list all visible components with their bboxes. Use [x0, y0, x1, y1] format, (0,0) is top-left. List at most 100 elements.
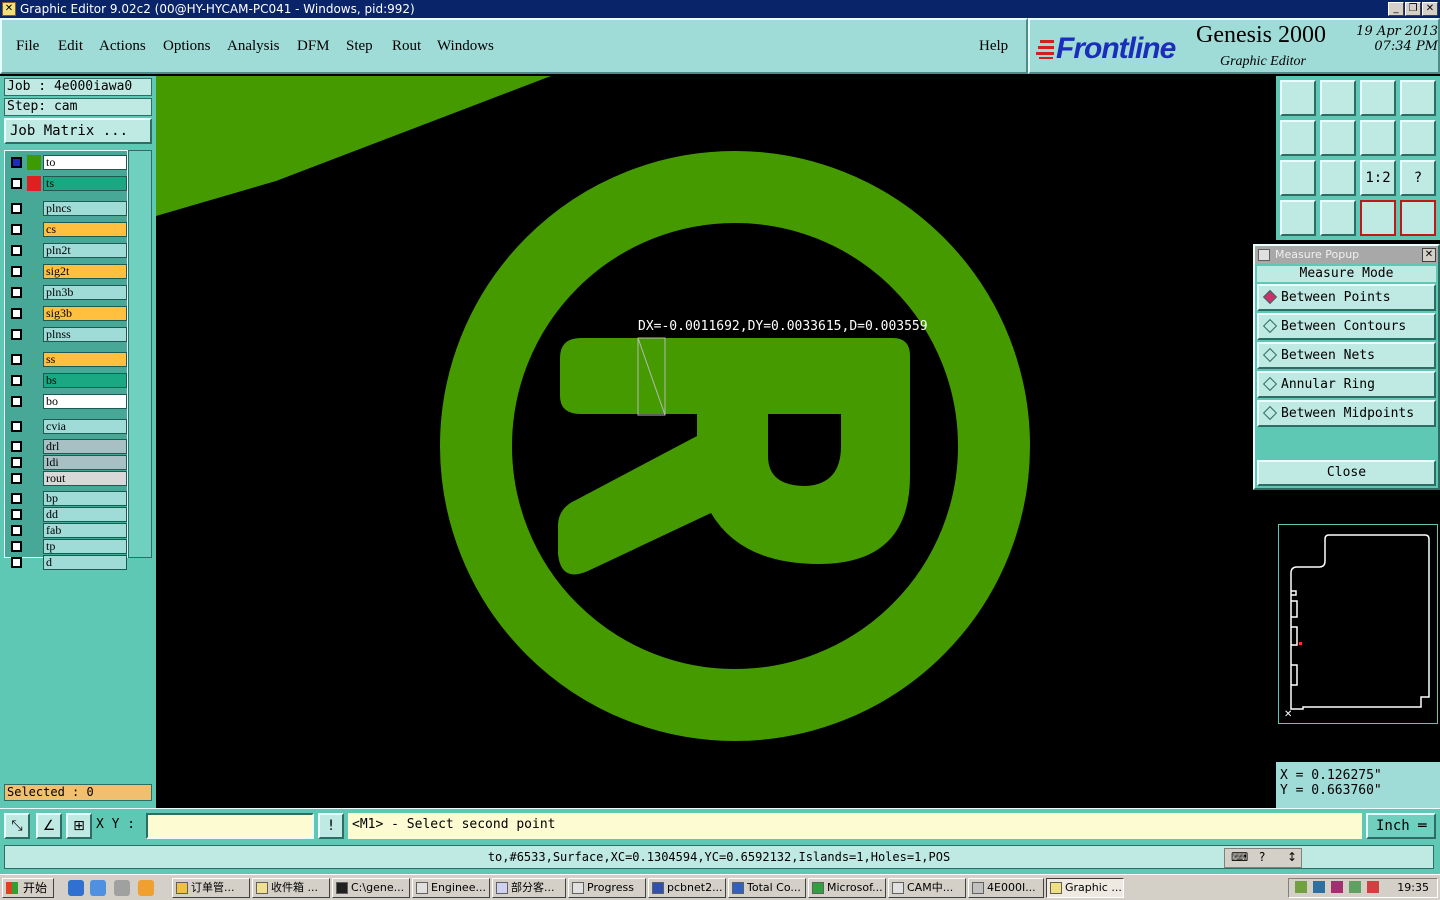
minimize-button[interactable]: _ — [1388, 2, 1404, 16]
start-button[interactable]: 开始 — [2, 878, 54, 898]
input-method-icons[interactable]: ⌨ ? ↕ — [1224, 848, 1302, 868]
outlook-icon[interactable] — [90, 880, 106, 896]
tray-icon-2[interactable] — [1313, 881, 1325, 893]
layer-name[interactable]: dd — [43, 507, 127, 522]
menu-analysis[interactable]: Analysis — [227, 38, 280, 55]
layer-row-sig3b[interactable]: sig3b — [7, 306, 127, 321]
layer-row-cs[interactable]: cs — [7, 222, 127, 237]
xy-input[interactable] — [146, 813, 314, 839]
layer-name[interactable]: fab — [43, 523, 127, 538]
angle-icon[interactable]: ∠ — [36, 813, 62, 839]
layer-name[interactable]: pln3b — [43, 285, 127, 300]
taskbar-task[interactable]: pcbnet2... — [648, 878, 726, 898]
zoom-next-icon[interactable] — [1320, 80, 1356, 116]
taskbar-task[interactable]: CAM中... — [888, 878, 966, 898]
layer-name[interactable]: plncs — [43, 201, 127, 216]
taskbar-task[interactable]: 4E000I... — [968, 878, 1044, 898]
job-matrix-button[interactable]: Job Matrix ... — [4, 118, 152, 144]
layer-checkbox[interactable] — [11, 525, 22, 536]
split-view-icon[interactable] — [1400, 80, 1436, 116]
option-between-contours[interactable]: Between Contours — [1257, 313, 1436, 340]
menu-actions[interactable]: Actions — [99, 38, 146, 55]
layer-row-bp[interactable]: bp — [7, 491, 127, 506]
pan-left-icon[interactable] — [1280, 120, 1316, 156]
layer-row-ts[interactable]: ts — [7, 176, 127, 191]
menu-dfm[interactable]: DFM — [297, 38, 330, 55]
layer-name[interactable]: bp — [43, 491, 127, 506]
layer-name[interactable]: cs — [43, 222, 127, 237]
desktop-icon[interactable] — [114, 880, 130, 896]
tray-icon-5[interactable] — [1367, 881, 1379, 893]
layer-row-pln3b[interactable]: pln3b — [7, 285, 127, 300]
layer-checkbox[interactable] — [11, 329, 22, 340]
layer-name[interactable]: plnss — [43, 327, 127, 342]
redraw-icon[interactable] — [1400, 120, 1436, 156]
pan-right-icon[interactable] — [1320, 120, 1356, 156]
exclamation-icon[interactable]: ! — [318, 813, 344, 839]
layer-name[interactable]: rout — [43, 471, 127, 486]
unit-selector[interactable]: Inch ═ — [1366, 813, 1436, 839]
measure-close-button[interactable]: Close — [1257, 460, 1436, 486]
layer-name[interactable]: d — [43, 555, 127, 570]
layer-name[interactable]: sig3b — [43, 306, 127, 321]
layer-checkbox[interactable] — [11, 457, 22, 468]
undo-view-icon[interactable] — [1360, 120, 1396, 156]
layer-name[interactable]: ss — [43, 352, 127, 367]
taskbar-task[interactable]: Progress — [568, 878, 646, 898]
layer-checkbox[interactable] — [11, 493, 22, 504]
menu-file[interactable]: File — [16, 38, 39, 55]
layer-name[interactable]: cvia — [43, 419, 127, 434]
layer-row-cvia[interactable]: cvia — [7, 419, 127, 434]
board-overview[interactable]: ✕ — [1278, 524, 1438, 724]
option-between-points[interactable]: Between Points — [1257, 284, 1436, 311]
layer-name[interactable]: bo — [43, 394, 127, 409]
layer-name[interactable]: bs — [43, 373, 127, 388]
layer-row-ss[interactable]: ss — [7, 352, 127, 367]
updown-icon[interactable]: ↕ — [1287, 850, 1297, 864]
layer-name[interactable]: tp — [43, 539, 127, 554]
scale-1-2-icon[interactable]: 1:2 — [1360, 160, 1396, 196]
taskbar-task[interactable]: Graphic ... — [1046, 878, 1124, 898]
taskbar-task[interactable]: 收件箱 ... — [252, 878, 330, 898]
layer-checkbox[interactable] — [11, 396, 22, 407]
layer-checkbox[interactable] — [11, 266, 22, 277]
layer-name[interactable]: to — [43, 155, 127, 170]
help-query-icon[interactable]: ? — [1400, 160, 1436, 196]
taskbar-task[interactable]: Microsof... — [808, 878, 886, 898]
home-icon[interactable] — [1360, 80, 1396, 116]
layer-row-d[interactable]: d — [7, 555, 127, 570]
layer-row-fab[interactable]: fab — [7, 523, 127, 538]
layer-checkbox[interactable] — [11, 178, 22, 189]
layer-row-bo[interactable]: bo — [7, 394, 127, 409]
layer-row-pln2t[interactable]: pln2t — [7, 243, 127, 258]
clock-icon[interactable] — [138, 880, 154, 896]
layer-row-bs[interactable]: bs — [7, 373, 127, 388]
layer-checkbox[interactable] — [11, 509, 22, 520]
maximize-button[interactable]: ❐ — [1405, 2, 1421, 16]
grid-snap-icon[interactable]: ⊞ — [66, 813, 92, 839]
layer-checkbox[interactable] — [11, 541, 22, 552]
layer-checkbox[interactable] — [11, 224, 22, 235]
zoom-prev-icon[interactable] — [1280, 80, 1316, 116]
graphic-canvas[interactable]: DX=-0.0011692,DY=0.0033615,D=0.003559 — [156, 76, 1276, 808]
taskbar-task[interactable]: Total Co... — [728, 878, 806, 898]
help-icon[interactable]: ? — [1259, 850, 1265, 864]
menu-step[interactable]: Step — [346, 38, 373, 55]
option-between-nets[interactable]: Between Nets — [1257, 342, 1436, 369]
snap-icon[interactable] — [1320, 200, 1356, 236]
layer-checkbox[interactable] — [11, 375, 22, 386]
layer-checkbox[interactable] — [11, 287, 22, 298]
layer-checkbox[interactable] — [11, 157, 22, 168]
layers-red-icon[interactable] — [1360, 200, 1396, 236]
menu-help[interactable]: Help — [979, 38, 1008, 55]
layer-checkbox[interactable] — [11, 473, 22, 484]
layer-row-tp[interactable]: tp — [7, 539, 127, 554]
layer-checkbox[interactable] — [11, 308, 22, 319]
layer-row-plnss[interactable]: plnss — [7, 327, 127, 342]
tray-icon-4[interactable] — [1349, 881, 1361, 893]
layer-name[interactable]: drl — [43, 439, 127, 454]
option-between-midpoints[interactable]: Between Midpoints — [1257, 400, 1436, 427]
close-window-button[interactable]: ✕ — [1422, 2, 1438, 16]
tray-icon-3[interactable] — [1331, 881, 1343, 893]
layer-scrollbar[interactable] — [128, 150, 152, 558]
